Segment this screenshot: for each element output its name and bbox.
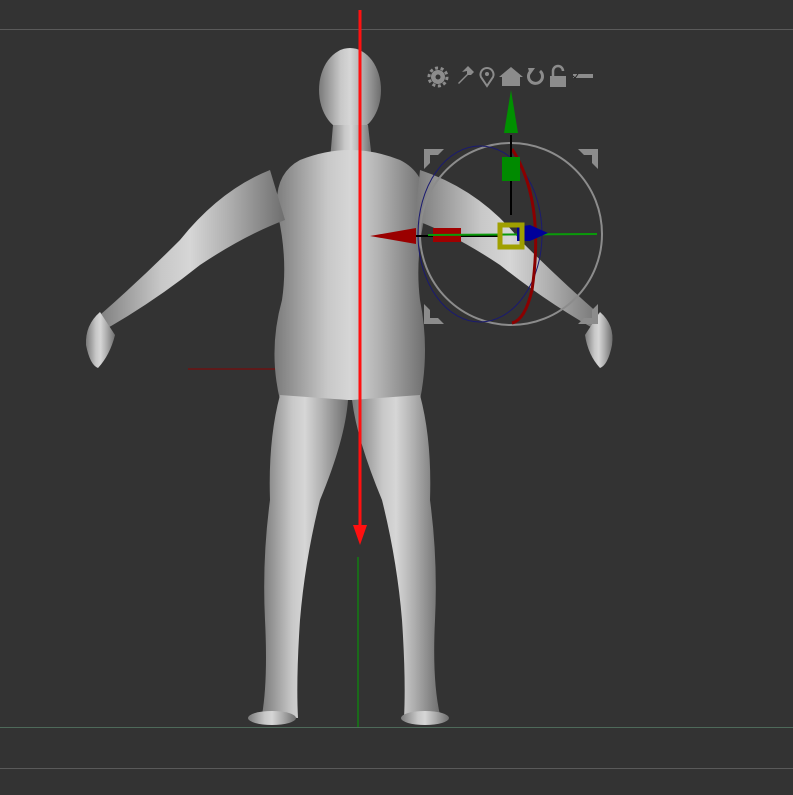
location-icon[interactable] bbox=[479, 67, 495, 88]
human-mesh[interactable] bbox=[85, 48, 613, 725]
pin-icon[interactable] bbox=[458, 66, 474, 84]
gizmo-y-arrow[interactable] bbox=[504, 90, 518, 133]
gizmo-toolbar bbox=[427, 64, 593, 88]
home-icon[interactable] bbox=[499, 67, 523, 86]
3d-viewport[interactable] bbox=[0, 0, 793, 795]
reset-icon[interactable] bbox=[527, 68, 544, 85]
gizmo-green-line bbox=[427, 233, 598, 236]
toggle-icon[interactable] bbox=[572, 73, 593, 79]
lock-icon[interactable] bbox=[550, 64, 566, 87]
gear-icon[interactable] bbox=[427, 66, 449, 88]
gizmo-y-scale-handle[interactable] bbox=[502, 157, 520, 181]
